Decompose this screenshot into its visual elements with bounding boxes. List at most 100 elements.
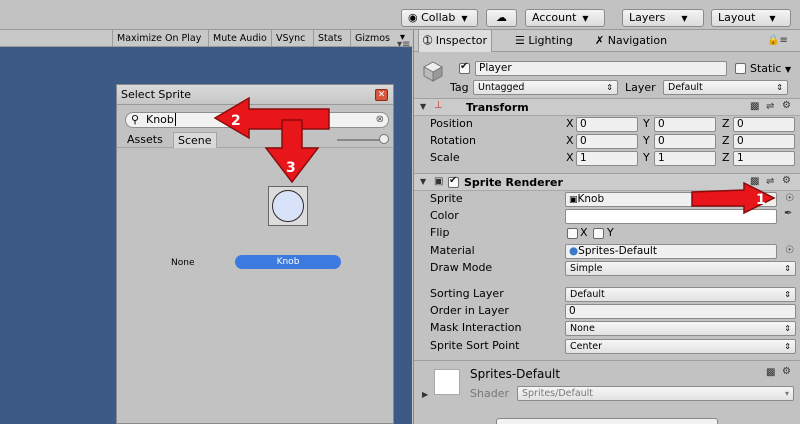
tab-scene[interactable]: Scene — [173, 132, 217, 148]
static-checkbox[interactable] — [735, 63, 746, 74]
mask-interaction-row: Mask Interaction None ⇕ — [414, 320, 800, 337]
gizmos-button[interactable]: Gizmos — [350, 30, 394, 47]
layers-dropdown[interactable]: Layers ▼ — [622, 9, 704, 27]
dropdown-arrow-icon: ⇕ — [784, 290, 791, 299]
flip-y-label: Y — [607, 226, 614, 239]
transform-header[interactable]: ▼ ⊥ Transform ▩ ⇌ ⚙ — [414, 98, 800, 116]
account-dropdown[interactable]: Account ▼ — [525, 9, 605, 27]
flip-label: Flip — [430, 226, 450, 239]
panel-menu-icon[interactable]: ▾≡ — [397, 39, 410, 50]
help-icon[interactable]: ▩ — [750, 101, 759, 112]
position-z-field[interactable]: 0 — [733, 117, 795, 132]
knob-sprite-thumbnail[interactable] — [268, 186, 308, 226]
dropdown-arrow-icon: ⇕ — [776, 83, 783, 92]
sprite-renderer-enabled-checkbox[interactable] — [448, 175, 459, 188]
gear-icon[interactable]: ⚙ — [782, 175, 791, 186]
flip-row: Flip X Y — [414, 225, 800, 242]
none-option[interactable]: None — [171, 258, 194, 268]
flip-x-checkbox[interactable] — [567, 228, 578, 239]
transform-title: Transform — [466, 101, 529, 114]
preset-icon[interactable]: ⇌ — [766, 101, 774, 112]
help-icon[interactable]: ▩ — [766, 367, 775, 378]
tab-inspector-label: Inspector — [435, 34, 488, 47]
mute-audio-button[interactable]: Mute Audio — [208, 30, 271, 47]
sorting-layer-dropdown[interactable]: Default ⇕ — [565, 287, 796, 302]
collab-button[interactable]: ◉ Collab ▼ — [401, 9, 478, 27]
layout-label: Layout — [718, 11, 756, 24]
axis-y-label[interactable]: Y — [643, 117, 650, 130]
axis-y-label[interactable]: Y — [643, 151, 650, 164]
dropdown-arrow-icon: ⇕ — [784, 342, 791, 351]
knob-option-selected[interactable]: Knob — [235, 255, 341, 269]
gear-icon[interactable]: ⚙ — [782, 366, 791, 377]
shader-dropdown[interactable]: Sprites/Default ▾ — [517, 386, 794, 401]
draw-mode-value: Simple — [570, 263, 603, 274]
axis-x-label[interactable]: X — [566, 151, 574, 164]
position-y-field[interactable]: 0 — [654, 117, 716, 132]
step-1-label: 1 — [756, 192, 766, 208]
close-icon[interactable]: ✕ — [375, 89, 388, 101]
text-cursor — [174, 113, 176, 126]
vsync-button[interactable]: VSync — [271, 30, 309, 47]
sorting-layer-label: Sorting Layer — [430, 287, 504, 300]
position-x-field[interactable]: 0 — [576, 117, 638, 132]
object-picker-icon[interactable]: ☉ — [785, 245, 794, 256]
layer-label: Layer — [625, 81, 656, 94]
rotation-z-field[interactable]: 0 — [733, 134, 795, 149]
layout-dropdown[interactable]: Layout ▼ — [711, 9, 791, 27]
axis-y-label[interactable]: Y — [643, 134, 650, 147]
scale-x-field[interactable]: 1 — [576, 151, 638, 166]
account-label: Account — [532, 11, 577, 24]
inspector-tabs: ➀ Inspector ☰ Lighting ✗ Navigation 🔒≡ — [414, 30, 800, 52]
static-text: Static — [750, 62, 782, 75]
tag-dropdown[interactable]: Untagged ⇕ — [473, 80, 618, 95]
tab-navigation[interactable]: ✗ Navigation — [591, 30, 671, 52]
cloud-button[interactable]: ☁ — [486, 9, 517, 27]
eyedropper-icon[interactable]: ✒ — [784, 208, 792, 219]
active-checkbox[interactable] — [459, 61, 470, 74]
draw-mode-dropdown[interactable]: Simple ⇕ — [565, 261, 796, 276]
tab-lighting[interactable]: ☰ Lighting — [511, 30, 577, 52]
lock-icon[interactable]: 🔒≡ — [767, 35, 788, 46]
rotation-row: Rotation X 0 Y 0 Z 0 — [414, 133, 800, 150]
tag-label: Tag — [450, 81, 469, 94]
rotation-x-field[interactable]: 0 — [576, 134, 638, 149]
stats-button[interactable]: Stats — [313, 30, 346, 47]
axis-x-label[interactable]: X — [566, 134, 574, 147]
position-label: Position — [430, 117, 473, 130]
sprite-renderer-icon: ▣ — [434, 176, 444, 187]
scale-z-field[interactable]: 1 — [733, 151, 795, 166]
gear-icon[interactable]: ⚙ — [782, 100, 791, 111]
dropdown-arrow-icon[interactable]: ▼ — [785, 65, 791, 74]
material-row: Material ●Sprites-Default ☉ — [414, 243, 800, 260]
maximize-on-play-button[interactable]: Maximize On Play — [112, 30, 205, 47]
foldout-arrow-icon[interactable]: ▶ — [422, 390, 428, 399]
tab-assets[interactable]: Assets — [123, 132, 167, 148]
collab-label: Collab — [421, 11, 456, 24]
search-icon: ⚲ — [131, 113, 140, 126]
axis-z-label[interactable]: Z — [722, 151, 730, 164]
mask-interaction-dropdown[interactable]: None ⇕ — [565, 321, 796, 336]
tab-inspector[interactable]: ➀ Inspector — [418, 30, 493, 52]
rotation-y-field[interactable]: 0 — [654, 134, 716, 149]
clear-search-icon[interactable]: ⊗ — [376, 113, 384, 127]
order-in-layer-field[interactable]: 0 — [565, 304, 796, 319]
layer-dropdown[interactable]: Default ⇕ — [663, 80, 788, 95]
foldout-arrow-icon[interactable]: ▼ — [420, 102, 426, 111]
slider-handle[interactable] — [379, 134, 389, 144]
axis-z-label[interactable]: Z — [722, 134, 730, 147]
foldout-arrow-icon[interactable]: ▼ — [420, 177, 426, 186]
object-picker-icon[interactable]: ☉ — [785, 193, 794, 204]
add-component-button[interactable] — [496, 418, 718, 424]
draw-mode-row: Draw Mode Simple ⇕ — [414, 260, 800, 277]
material-icon: ● — [569, 245, 579, 257]
step-3-label: 3 — [286, 160, 296, 176]
axis-x-label[interactable]: X — [566, 117, 574, 130]
sprite-sort-point-dropdown[interactable]: Center ⇕ — [565, 339, 796, 354]
axis-z-label[interactable]: Z — [722, 117, 730, 130]
dropdown-arrow-icon: ⇕ — [606, 83, 613, 92]
object-name-field[interactable]: Player — [475, 61, 727, 76]
scale-y-field[interactable]: 1 — [654, 151, 716, 166]
material-field[interactable]: ●Sprites-Default — [565, 244, 777, 259]
flip-y-checkbox[interactable] — [593, 228, 604, 239]
